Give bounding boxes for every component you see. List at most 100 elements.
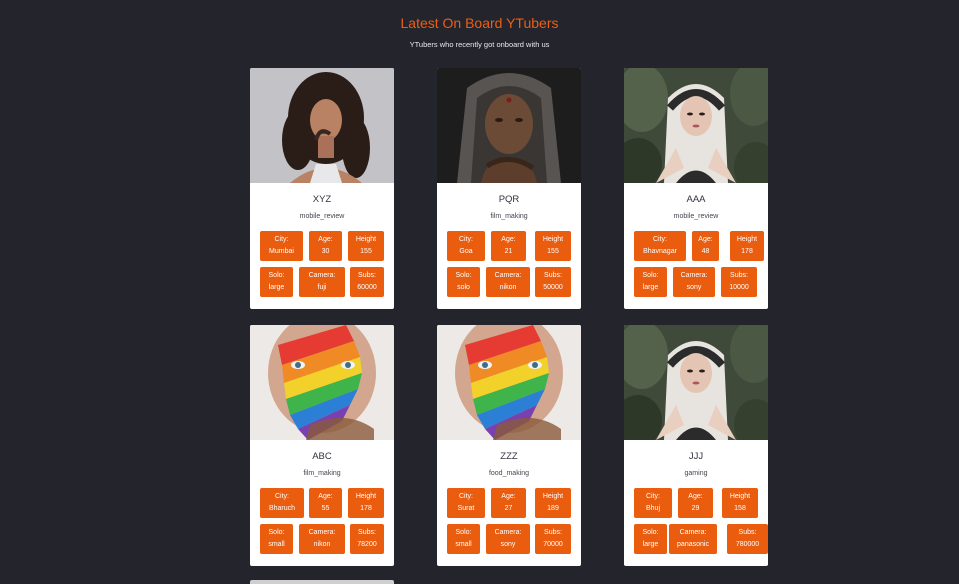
badge-value: solo (457, 284, 470, 291)
badge-label: Camera: (679, 529, 707, 536)
badge-value: 48 (701, 248, 710, 255)
badge-value: Bhuj (645, 505, 660, 512)
ytuber-name: PQR (498, 194, 520, 205)
badge-label: Camera: (308, 272, 336, 279)
page-subtitle: YTubers who recently got onboard with us (409, 40, 550, 49)
badge-label: City: (275, 493, 289, 500)
badge-label: Subs: (544, 529, 562, 536)
solo-badge: Solo: large (634, 267, 667, 297)
badge-label: Camera: (494, 272, 522, 279)
ytuber-category: gaming (684, 470, 708, 477)
ytuber-name: ZZZ (500, 451, 518, 462)
badge-label: City: (459, 236, 473, 243)
badge-value: 155 (360, 248, 372, 255)
ytuber-card[interactable]: ABC film_making City: Bharuch Age: 55 Height 17… (250, 325, 394, 566)
camera-badge: Camera: panasonic (669, 524, 717, 554)
solo-badge: Solo: small (260, 524, 293, 554)
badge-value: nikon (499, 284, 517, 291)
ytuber-card[interactable]: AAA mobile_review City: Bhavnagar Age: 48 Heig… (624, 68, 768, 309)
elderly-woman-photo (437, 68, 581, 183)
woman-hijab-photo (624, 68, 768, 183)
badge-value: 189 (547, 505, 559, 512)
age-badge: Age: 55 (309, 488, 342, 518)
camera-badge: Camera: sony (486, 524, 530, 554)
badge-label: Solo: (268, 272, 285, 279)
subs-badge: Subs: 70000 (535, 524, 571, 554)
badge-label: Age: (318, 493, 333, 500)
ytuber-category: film_making (490, 213, 528, 220)
ytuber-card[interactable]: XYZ mobile_review City: Mumbai Age: 30 Height 1… (250, 68, 394, 309)
badge-value: 78200 (357, 541, 377, 548)
badge-label: City: (459, 493, 473, 500)
badge-label: Age: (501, 493, 516, 500)
badge-label: Height (355, 236, 377, 243)
camera-badge: Camera: fuji (299, 267, 345, 297)
ytuber-card[interactable]: PQR film_making City: Goa Age: 21 Height 155 Sol… (437, 68, 581, 309)
subs-badge: Subs: 78200 (350, 524, 384, 554)
badge-label: Solo: (455, 272, 472, 279)
subs-badge: Subs: 10000 (721, 267, 757, 297)
page-title: Latest On Board YTubers (400, 15, 559, 31)
age-badge: Age: 48 (692, 231, 719, 261)
ytuber-category: film_making (303, 470, 341, 477)
height-badge: Height 178 (348, 488, 384, 518)
badge-label: Solo: (642, 529, 659, 536)
ytuber-name: ABC (312, 451, 332, 462)
badge-value: small (268, 541, 285, 548)
camera-badge: Camera: nikon (299, 524, 345, 554)
badge-value: Surat (457, 505, 475, 512)
badge-value: small (455, 541, 472, 548)
subs-badge: Subs: 60000 (350, 267, 384, 297)
ytuber-photo (250, 325, 394, 440)
badge-value: 27 (504, 505, 513, 512)
badge-label: City: (653, 236, 667, 243)
badge-value: 50000 (543, 284, 563, 291)
badge-label: Subs: (738, 529, 757, 536)
badge-value: sony (686, 284, 702, 291)
woman-hijab-photo (624, 325, 768, 440)
badge-label: Height (355, 493, 377, 500)
ytuber-category: mobile_review (299, 213, 345, 220)
badge-label: Age: (688, 493, 703, 500)
badge-value: 21 (504, 248, 513, 255)
ytuber-card[interactable]: JJJ gaming City: Bhuj Age: 29 Height 158 Solo: la… (624, 325, 768, 566)
badge-value: sony (500, 541, 516, 548)
rainbow-face-photo (437, 325, 581, 440)
solo-badge: Solo: large (260, 267, 293, 297)
ytuber-category: food_making (488, 470, 530, 477)
rainbow-face-photo (250, 325, 394, 440)
badge-value: nikon (313, 541, 331, 548)
solo-badge: Solo: small (447, 524, 480, 554)
badge-label: Camera: (680, 272, 708, 279)
ytuber-name: JJJ (688, 451, 704, 462)
height-badge: Height 189 (535, 488, 571, 518)
badge-label: Solo: (268, 529, 285, 536)
woman-curly-hair-photo (250, 68, 394, 183)
badge-value: 30 (321, 248, 330, 255)
ytuber-name: XYZ (312, 194, 332, 205)
badge-value: panasonic (677, 541, 709, 548)
badge-value: 29 (691, 505, 700, 512)
ytuber-photo (437, 325, 581, 440)
badge-value: 178 (741, 248, 753, 255)
ytuber-photo (624, 68, 768, 183)
subs-badge: Subs: 50000 (535, 267, 571, 297)
badge-value: Bhavnagar (643, 248, 677, 255)
city-badge: City: Bhavnagar (634, 231, 686, 261)
badge-value: Goa (459, 248, 473, 255)
city-badge: City: Mumbai (260, 231, 303, 261)
badge-value: large (642, 541, 659, 548)
badge-label: City: (274, 236, 289, 243)
camera-badge: Camera: nikon (486, 267, 530, 297)
city-badge: City: Surat (447, 488, 485, 518)
badge-value: 158 (734, 505, 746, 512)
height-badge: Height 158 (722, 488, 758, 518)
badge-value: 10000 (729, 284, 749, 291)
ytuber-card[interactable]: ZZZ food_making City: Surat Age: 27 Height 189 S… (437, 325, 581, 566)
ytuber-photo (437, 68, 581, 183)
ytuber-category: mobile_review (673, 213, 719, 220)
city-badge: City: Bharuch (260, 488, 304, 518)
badge-label: Age: (318, 236, 333, 243)
badge-label: Height (542, 236, 564, 243)
badge-value: 155 (547, 248, 559, 255)
